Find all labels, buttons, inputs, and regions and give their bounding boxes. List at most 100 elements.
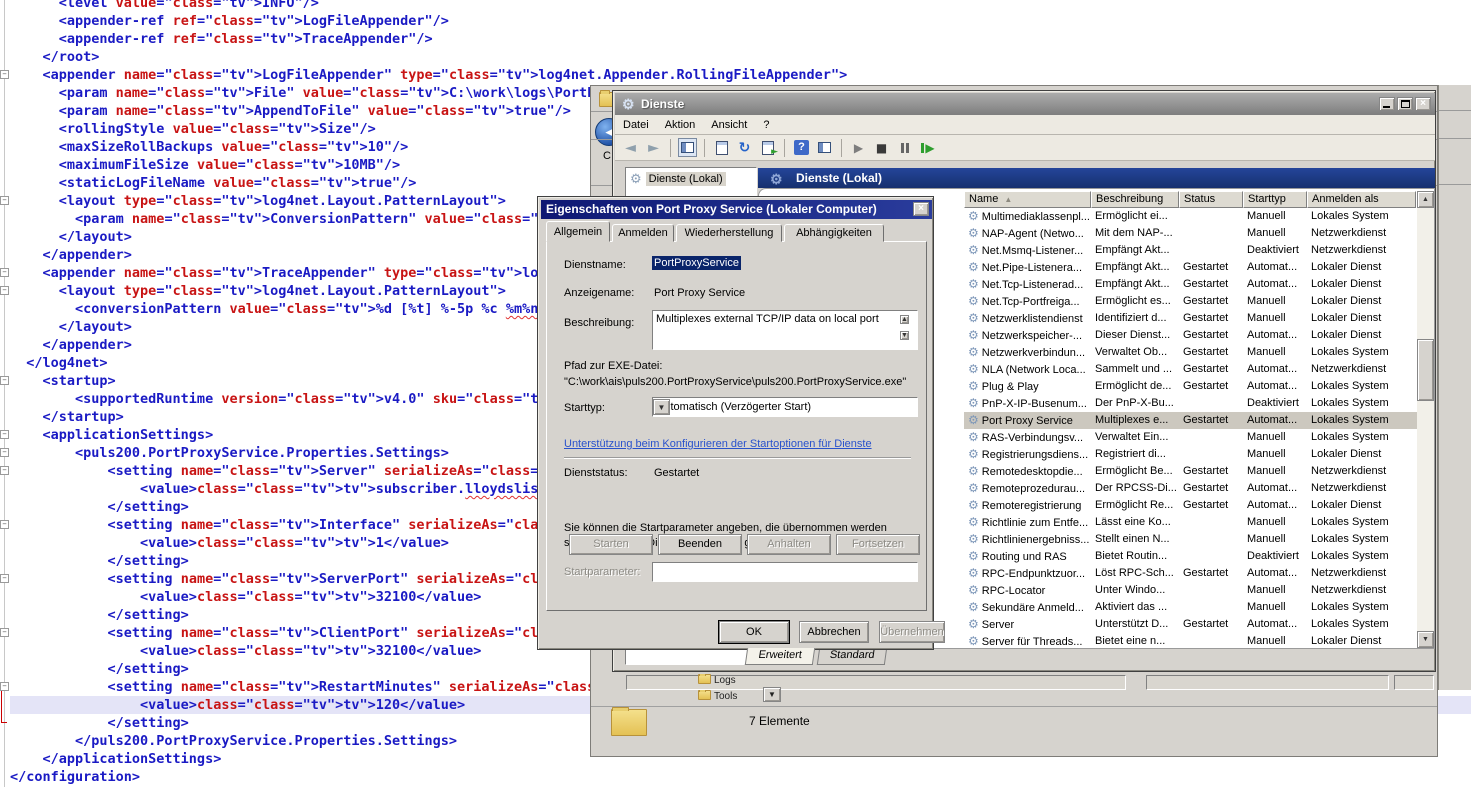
service-row[interactable]: ⚙Netzwerkspeicher-...Dieser Dienst...Ges…	[964, 327, 1434, 344]
explorer-folder-item[interactable]: Tools	[698, 690, 737, 705]
startoptions-help-link[interactable]: Unterstützung beim Konfigurieren der Sta…	[564, 438, 872, 450]
fold-toggle-icon[interactable]: −	[0, 574, 9, 583]
show-console-tree-icon[interactable]	[678, 138, 697, 157]
service-row[interactable]: ⚙RPC-LocatorUnter Windo...ManuellNetzwer…	[964, 582, 1434, 599]
scroll-down-icon[interactable]: ▼	[1417, 631, 1434, 648]
tab-abhngigkeiten[interactable]: Abhängigkeiten	[784, 224, 884, 242]
startparameter-input[interactable]	[652, 562, 918, 582]
fold-margin[interactable]: − − − − − − − − − − − −	[0, 0, 10, 787]
beenden-button[interactable]: Beenden	[658, 534, 742, 555]
service-row[interactable]: ⚙Plug & PlayErmöglicht de...GestartetAut…	[964, 378, 1434, 395]
fold-toggle-icon[interactable]: −	[0, 70, 9, 79]
column-header-starttyp[interactable]: Starttyp	[1243, 191, 1307, 208]
fold-toggle-icon[interactable]: −	[0, 682, 9, 691]
refresh-icon[interactable]: ↻	[735, 138, 754, 157]
close-icon[interactable]: ×	[1415, 97, 1431, 111]
maximize-icon[interactable]	[1397, 97, 1413, 111]
service-row[interactable]: ⚙Net.Msmq-Listener...Empfängt Akt...Deak…	[964, 242, 1434, 259]
service-row[interactable]: ⚙RAS-Verbindungsv...Verwaltet Ein...Manu…	[964, 429, 1434, 446]
service-row[interactable]: ⚙RemoteregistrierungErmöglicht Re...Gest…	[964, 497, 1434, 514]
fold-toggle-icon[interactable]: −	[0, 430, 9, 439]
pause-service-icon[interactable]	[895, 138, 914, 157]
service-row[interactable]: ⚙PnP-X-IP-Busenum...Der PnP-X-Bu...Deakt…	[964, 395, 1434, 412]
service-row[interactable]: ⚙Remotedesktopdie...Ermöglicht Be...Gest…	[964, 463, 1434, 480]
stop-service-icon[interactable]: ■	[872, 138, 891, 157]
menu-item-aktion[interactable]: Aktion	[657, 117, 704, 133]
scrollbar-thumb[interactable]	[1417, 339, 1434, 401]
service-row[interactable]: ⚙Port Proxy ServiceMultiplexes e...Gesta…	[964, 412, 1434, 429]
folder-icon	[698, 690, 711, 700]
menu-item-datei[interactable]: Datei	[615, 117, 657, 133]
service-row[interactable]: ⚙NAP-Agent (Netwo...Mit dem NAP-...Manue…	[964, 225, 1434, 242]
scroll-up-icon[interactable]: ▲	[1417, 191, 1434, 208]
service-row[interactable]: ⚙NetzwerklistendienstIdentifiziert d...G…	[964, 310, 1434, 327]
service-row[interactable]: ⚙Remoteprozedurau...Der RPCSS-Di...Gesta…	[964, 480, 1434, 497]
service-row[interactable]: ⚙Netzwerkverbindun...Verwaltet Ob...Gest…	[964, 344, 1434, 361]
show-action-pane-icon[interactable]	[815, 138, 834, 157]
fold-toggle-icon[interactable]: −	[0, 376, 9, 385]
service-row[interactable]: ⚙Richtlinienergebniss...Stellt einen N..…	[964, 531, 1434, 548]
properties-icon[interactable]	[712, 138, 731, 157]
help-icon[interactable]: ?	[792, 138, 811, 157]
starttyp-combobox[interactable]: Automatisch (Verzögerter Start) ▼	[652, 397, 918, 417]
fold-toggle-icon[interactable]: −	[0, 466, 9, 475]
service-row[interactable]: ⚙NLA (Network Loca...Sammelt und ...Gest…	[964, 361, 1434, 378]
cell: Lässt eine Ko...	[1091, 514, 1179, 531]
tab-allgemein[interactable]: Allgemein	[546, 221, 610, 242]
cell: ⚙Netzwerkspeicher-...	[964, 327, 1091, 344]
dialog-titlebar[interactable]: Eigenschaften von Port Proxy Service (Lo…	[541, 200, 932, 219]
cell: Mit dem NAP-...	[1091, 225, 1179, 242]
fold-toggle-icon[interactable]: −	[0, 520, 9, 529]
service-row[interactable]: ⚙Net.Pipe-Listenera...Empfängt Akt...Ges…	[964, 259, 1434, 276]
service-row[interactable]: ⚙Net.Tcp-Portfreiga...Ermöglicht es...Ge…	[964, 293, 1434, 310]
start-service-icon[interactable]: ▶	[849, 138, 868, 157]
tab-wiederherstellung[interactable]: Wiederherstellung	[676, 224, 782, 242]
close-icon[interactable]: ×	[913, 202, 929, 216]
vertical-scrollbar[interactable]: ▲ ▼	[1417, 191, 1434, 648]
service-row[interactable]: ⚙Net.Tcp-Listenerad...Empfängt Akt...Ges…	[964, 276, 1434, 293]
cell: Netzwerkdienst	[1307, 565, 1416, 582]
service-row[interactable]: ⚙Registrierungsdiens...Registriert di...…	[964, 446, 1434, 463]
cell: Bietet eine n...	[1091, 633, 1179, 648]
service-row[interactable]: ⚙Sekundäre Anmeld...Aktiviert das ...Man…	[964, 599, 1434, 616]
scroll-down-icon[interactable]: ▼	[900, 331, 909, 340]
forward-icon[interactable]: ►	[644, 138, 663, 157]
export-list-icon[interactable]: ►	[758, 138, 777, 157]
service-row[interactable]: ⚙RPC-Endpunktzuor...Löst RPC-Sch...Gesta…	[964, 565, 1434, 582]
dropdown-button[interactable]: ▼	[763, 687, 781, 702]
beschreibung-textbox[interactable]: Multiplexes external TCP/IP data on loca…	[652, 310, 918, 350]
service-row[interactable]: ⚙Server für Threads...Bietet eine n...Ma…	[964, 633, 1434, 648]
fold-toggle-icon[interactable]: −	[0, 286, 9, 295]
ok-button[interactable]: OK	[719, 621, 789, 643]
service-row[interactable]: ⚙ServerUnterstützt D...GestartetAutomat.…	[964, 616, 1434, 633]
restart-service-icon[interactable]: ▶	[918, 138, 937, 157]
tab-anmelden[interactable]: Anmelden	[612, 224, 674, 242]
menu-item-[interactable]: ?	[755, 117, 777, 133]
service-row[interactable]: ⚙Multimediaklassenpl...Ermöglicht ei...M…	[964, 208, 1434, 225]
textbox-scrollbar[interactable]: ▲ ▼	[900, 312, 916, 348]
abbrechen-button[interactable]: Abbrechen	[799, 621, 869, 643]
back-icon[interactable]: ◄	[621, 138, 640, 157]
cell: ⚙Richtlinienergebniss...	[964, 531, 1091, 548]
services-table[interactable]: Name▲BeschreibungStatusStarttypAnmelden …	[964, 191, 1434, 648]
fold-toggle-icon[interactable]: −	[0, 268, 9, 277]
minimize-icon[interactable]	[1379, 97, 1395, 111]
column-header-name[interactable]: Name▲	[964, 191, 1091, 208]
explorer-folder-item[interactable]: Logs	[698, 674, 736, 689]
column-header-beschreibung[interactable]: Beschreibung	[1091, 191, 1179, 208]
cell: Empfängt Akt...	[1091, 276, 1179, 293]
services-titlebar[interactable]: ⚙ Dienste ×	[615, 93, 1435, 115]
column-header-status[interactable]: Status	[1179, 191, 1243, 208]
view-tab-standard[interactable]: Standard	[817, 648, 887, 665]
fold-toggle-icon[interactable]: −	[0, 448, 9, 457]
column-header-anmeldenals[interactable]: Anmelden als	[1307, 191, 1416, 208]
chevron-down-icon[interactable]: ▼	[653, 399, 670, 415]
fold-toggle-icon[interactable]: −	[0, 628, 9, 637]
view-tab-erweitert[interactable]: Erweitert	[745, 648, 815, 665]
tree-item-dienste-lokal[interactable]: ⚙ Dienste (Lokal)	[626, 168, 756, 189]
scroll-up-icon[interactable]: ▲	[900, 315, 909, 324]
fold-toggle-icon[interactable]: −	[0, 196, 9, 205]
service-row[interactable]: ⚙Richtlinie zum Entfe...Lässt eine Ko...…	[964, 514, 1434, 531]
service-row[interactable]: ⚙Routing und RASBietet Routin...Deaktivi…	[964, 548, 1434, 565]
menu-item-ansicht[interactable]: Ansicht	[703, 117, 755, 133]
